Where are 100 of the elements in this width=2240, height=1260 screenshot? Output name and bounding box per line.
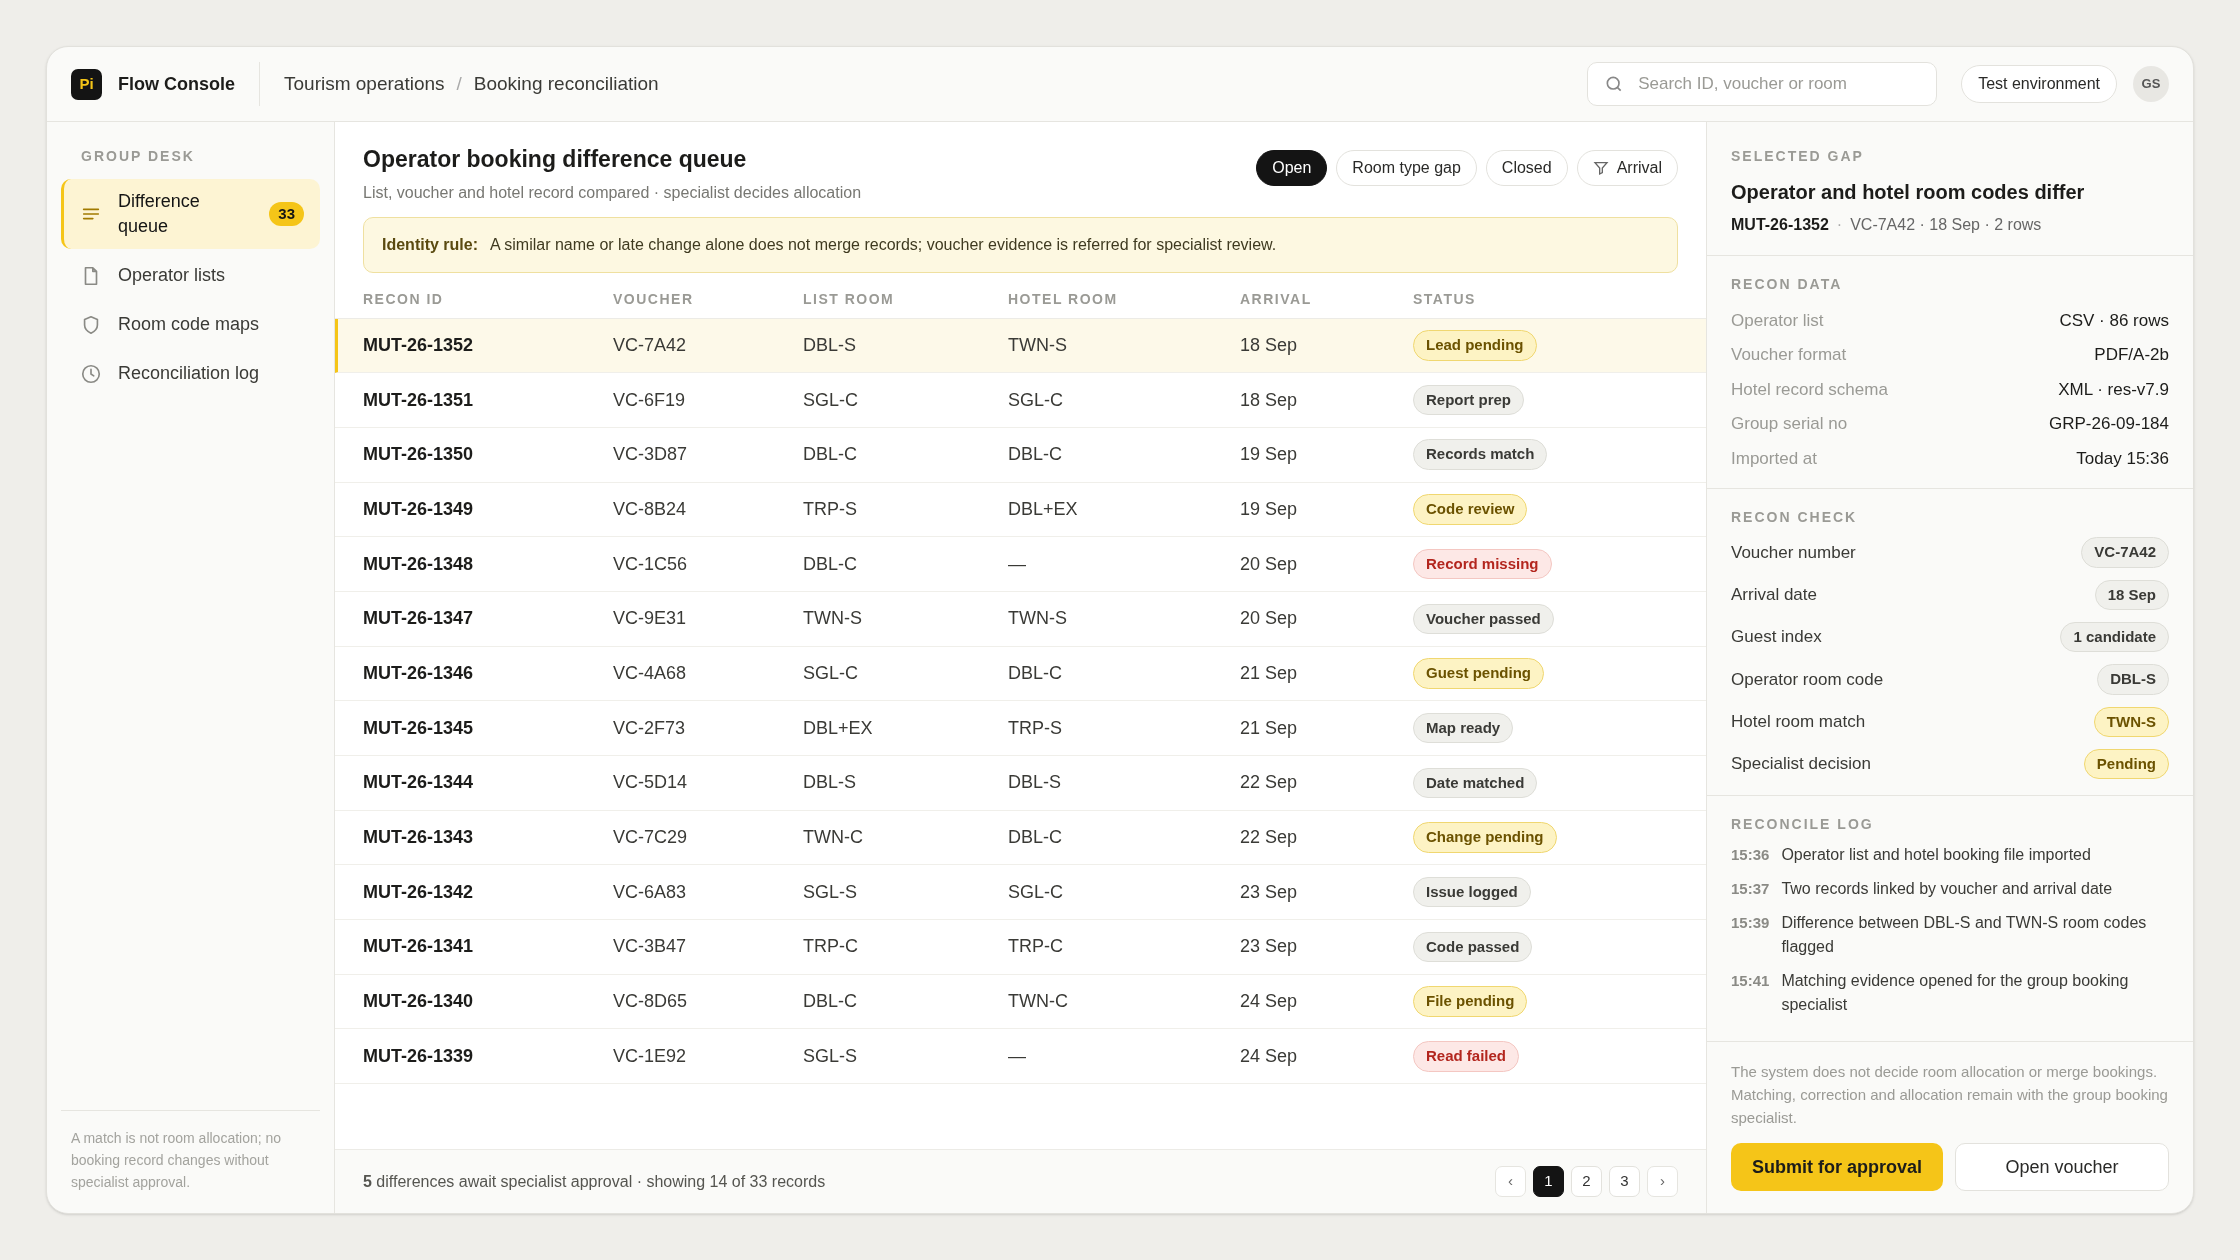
recon-id: MUT-26-1345 [363, 716, 475, 740]
list-room-cell-text: DBL-S [803, 333, 857, 357]
status-badge: Change pending [1413, 822, 1557, 853]
list-room-cell-text: SGL-S [803, 880, 859, 904]
table-row[interactable]: MUT-26-1339 VC-1E92 SGL-S — 24 Sep Read failed [335, 1029, 1706, 1085]
table-row[interactable]: MUT-26-1351 VC-6F19 SGL-C SGL-C 18 Sep Report prep [335, 373, 1706, 428]
detail-meta: VC-7A42 · 18 Sep · 2 rows [1850, 215, 2042, 235]
check-value-pill: TWN-S [2093, 706, 2169, 738]
recon-id: MUT-26-1343 [363, 826, 475, 850]
voucher-cell-text: VC-6F19 [613, 388, 687, 412]
log-time: 15:41 [1731, 971, 1770, 992]
status-badge: File pending [1413, 986, 1528, 1017]
table-row[interactable]: MUT-26-1342 VC-6A83 SGL-S SGL-C 23 Sep Issue logged [335, 865, 1706, 921]
hotel-room-cell-text: TWN-S [1008, 607, 1068, 631]
data-label: Hotel record schema [1731, 378, 1888, 401]
voucher-cell-text: VC-6A83 [613, 880, 688, 904]
check-value-pill: 18 Sep [2094, 579, 2169, 611]
breadcrumb-item[interactable]: Tourism operations [284, 69, 445, 99]
arrival-cell-text: 20 Sep [1240, 607, 1299, 631]
status-badge: Code review [1413, 494, 1528, 525]
data-label: Imported at [1731, 447, 1817, 470]
recon-id: MUT-26-1347 [363, 607, 475, 631]
rule-text: A similar name or late change alone does not merge records; voucher evidence is referred for specialist review. [490, 234, 1277, 255]
sidebar-item[interactable]: Difference queue 33 [61, 179, 320, 249]
voucher-cell-text: VC-4A68 [613, 661, 688, 685]
data-label: Operator list [1731, 309, 1824, 332]
list-room-cell-text: DBL-C [803, 990, 858, 1014]
list-room-cell-text: TWN-S [803, 607, 863, 631]
log-entry: Matching evidence opened for the group booking specialist [1781, 971, 2130, 1016]
submit-button[interactable]: Submit for approval [1731, 1143, 1943, 1191]
recon-id: MUT-26-1339 [363, 1044, 475, 1068]
table-row[interactable]: MUT-26-1346 VC-4A68 SGL-C DBL-C 21 Sep Guest pending [335, 646, 1706, 702]
table-row[interactable]: MUT-26-1340 VC-8D65 DBL-C TWN-C 24 Sep File pending [335, 974, 1706, 1030]
check-label: Guest index [1731, 626, 1822, 649]
list-room-cell-text: SGL-S [803, 1044, 859, 1068]
hotel-room-cell-text: SGL-C [1008, 388, 1064, 412]
breadcrumb-separator: / [456, 71, 462, 96]
filter-chip[interactable]: Closed [1485, 150, 1568, 186]
data-value: Today 15:36 [2076, 447, 2169, 470]
arrival-cell-text: 19 Sep [1240, 497, 1299, 521]
page-button[interactable]: 3 [1609, 1166, 1640, 1197]
check-label: Voucher number [1731, 541, 1856, 564]
section-heading: RECON CHECK [1731, 507, 1859, 527]
hotel-room-cell-text: DBL-C [1008, 661, 1063, 685]
table-row[interactable]: MUT-26-1341 VC-3B47 TRP-C TRP-C 23 Sep Code passed [335, 920, 1706, 975]
column-header: HOTEL ROOM [1008, 289, 1119, 309]
arrival-cell-text: 23 Sep [1240, 880, 1299, 904]
log-time: 15:37 [1731, 879, 1770, 900]
hotel-room-cell-text: TRP-S [1008, 716, 1063, 740]
open-voucher-button[interactable]: Open voucher [1955, 1143, 2169, 1191]
data-value: GRP-26-09-184 [2049, 413, 2169, 435]
hotel-room-cell-text: TWN-C [1008, 990, 1069, 1014]
voucher-cell-text: VC-5D14 [613, 771, 689, 795]
data-value: XML · res-v7.9 [2058, 378, 2169, 401]
column-header: ARRIVAL [1240, 289, 1313, 309]
list-room-cell-text: TRP-C [803, 935, 859, 959]
page-button[interactable]: 2 [1571, 1166, 1602, 1197]
check-value-pill: 1 candidate [2060, 622, 2169, 653]
sidebar-heading: GROUP DESK [80, 147, 196, 166]
table-row[interactable]: MUT-26-1343 VC-7C29 TWN-C DBL-C 22 Sep Change pending [335, 810, 1706, 866]
list-room-cell-text: SGL-C [803, 388, 859, 412]
separator-dot: · [1836, 215, 1843, 235]
queue-title: Operator booking difference queue [363, 145, 748, 174]
table-row[interactable]: MUT-26-1350 VC-3D87 DBL-C DBL-C 19 Sep Records match [335, 427, 1706, 483]
arrival-cell-text: 23 Sep [1240, 935, 1299, 959]
search-field[interactable]: Search ID, voucher or room [1587, 62, 1938, 106]
filter-chip[interactable]: Open [1256, 150, 1328, 186]
arrival-cell-text: 18 Sep [1240, 333, 1299, 357]
table-row[interactable]: MUT-26-1352 VC-7A42 DBL-S TWN-S 18 Sep Lead pending [335, 318, 1706, 374]
user-avatar[interactable]: GS [2133, 66, 2169, 102]
sidebar-item[interactable]: Reconciliation log [61, 351, 320, 396]
table-row[interactable]: MUT-26-1349 VC-8B24 TRP-S DBL+EX 19 Sep Code review [335, 482, 1706, 538]
voucher-cell-text: VC-8D65 [613, 990, 689, 1014]
sidebar-item[interactable]: Room code maps [61, 302, 320, 347]
data-value: CSV · 86 rows [2059, 309, 2169, 332]
voucher-cell-text: VC-9E31 [613, 607, 688, 631]
sidebar-item[interactable]: Operator lists [61, 253, 320, 298]
recon-id: MUT-26-1344 [363, 771, 475, 795]
filter-chip[interactable]: Arrival [1576, 150, 1678, 186]
breadcrumb-item[interactable]: Booking reconciliation [473, 69, 659, 99]
recon-id: MUT-26-1341 [363, 935, 475, 959]
count-badge: 33 [269, 201, 304, 227]
environment-badge[interactable]: Test environment [1961, 65, 2117, 103]
status-badge: Guest pending [1413, 658, 1544, 689]
table-row[interactable]: MUT-26-1348 VC-1C56 DBL-C — 20 Sep Record missing [335, 537, 1706, 592]
data-label: Voucher format [1731, 344, 1847, 366]
list-room-cell-text: DBL+EX [803, 716, 874, 740]
filter-chip[interactable]: Room type gap [1336, 150, 1477, 186]
recon-id: MUT-26-1352 [363, 333, 475, 357]
table-row[interactable]: MUT-26-1344 VC-5D14 DBL-S DBL-S 22 Sep Date matched [335, 756, 1706, 811]
arrival-cell-text: 21 Sep [1240, 661, 1299, 685]
check-label: Arrival date [1731, 584, 1817, 607]
voucher-cell-text: VC-1C56 [613, 552, 689, 576]
arrival-cell-text: 18 Sep [1240, 388, 1299, 412]
arrival-cell-text: 24 Sep [1240, 1044, 1299, 1068]
recon-id: MUT-26-1351 [363, 388, 475, 412]
page-button[interactable]: 1 [1533, 1166, 1564, 1197]
table-row[interactable]: MUT-26-1345 VC-2F73 DBL+EX TRP-S 21 Sep Map ready [335, 701, 1706, 756]
column-header: RECON ID [363, 289, 445, 309]
table-row[interactable]: MUT-26-1347 VC-9E31 TWN-S TWN-S 20 Sep Voucher passed [335, 591, 1706, 647]
